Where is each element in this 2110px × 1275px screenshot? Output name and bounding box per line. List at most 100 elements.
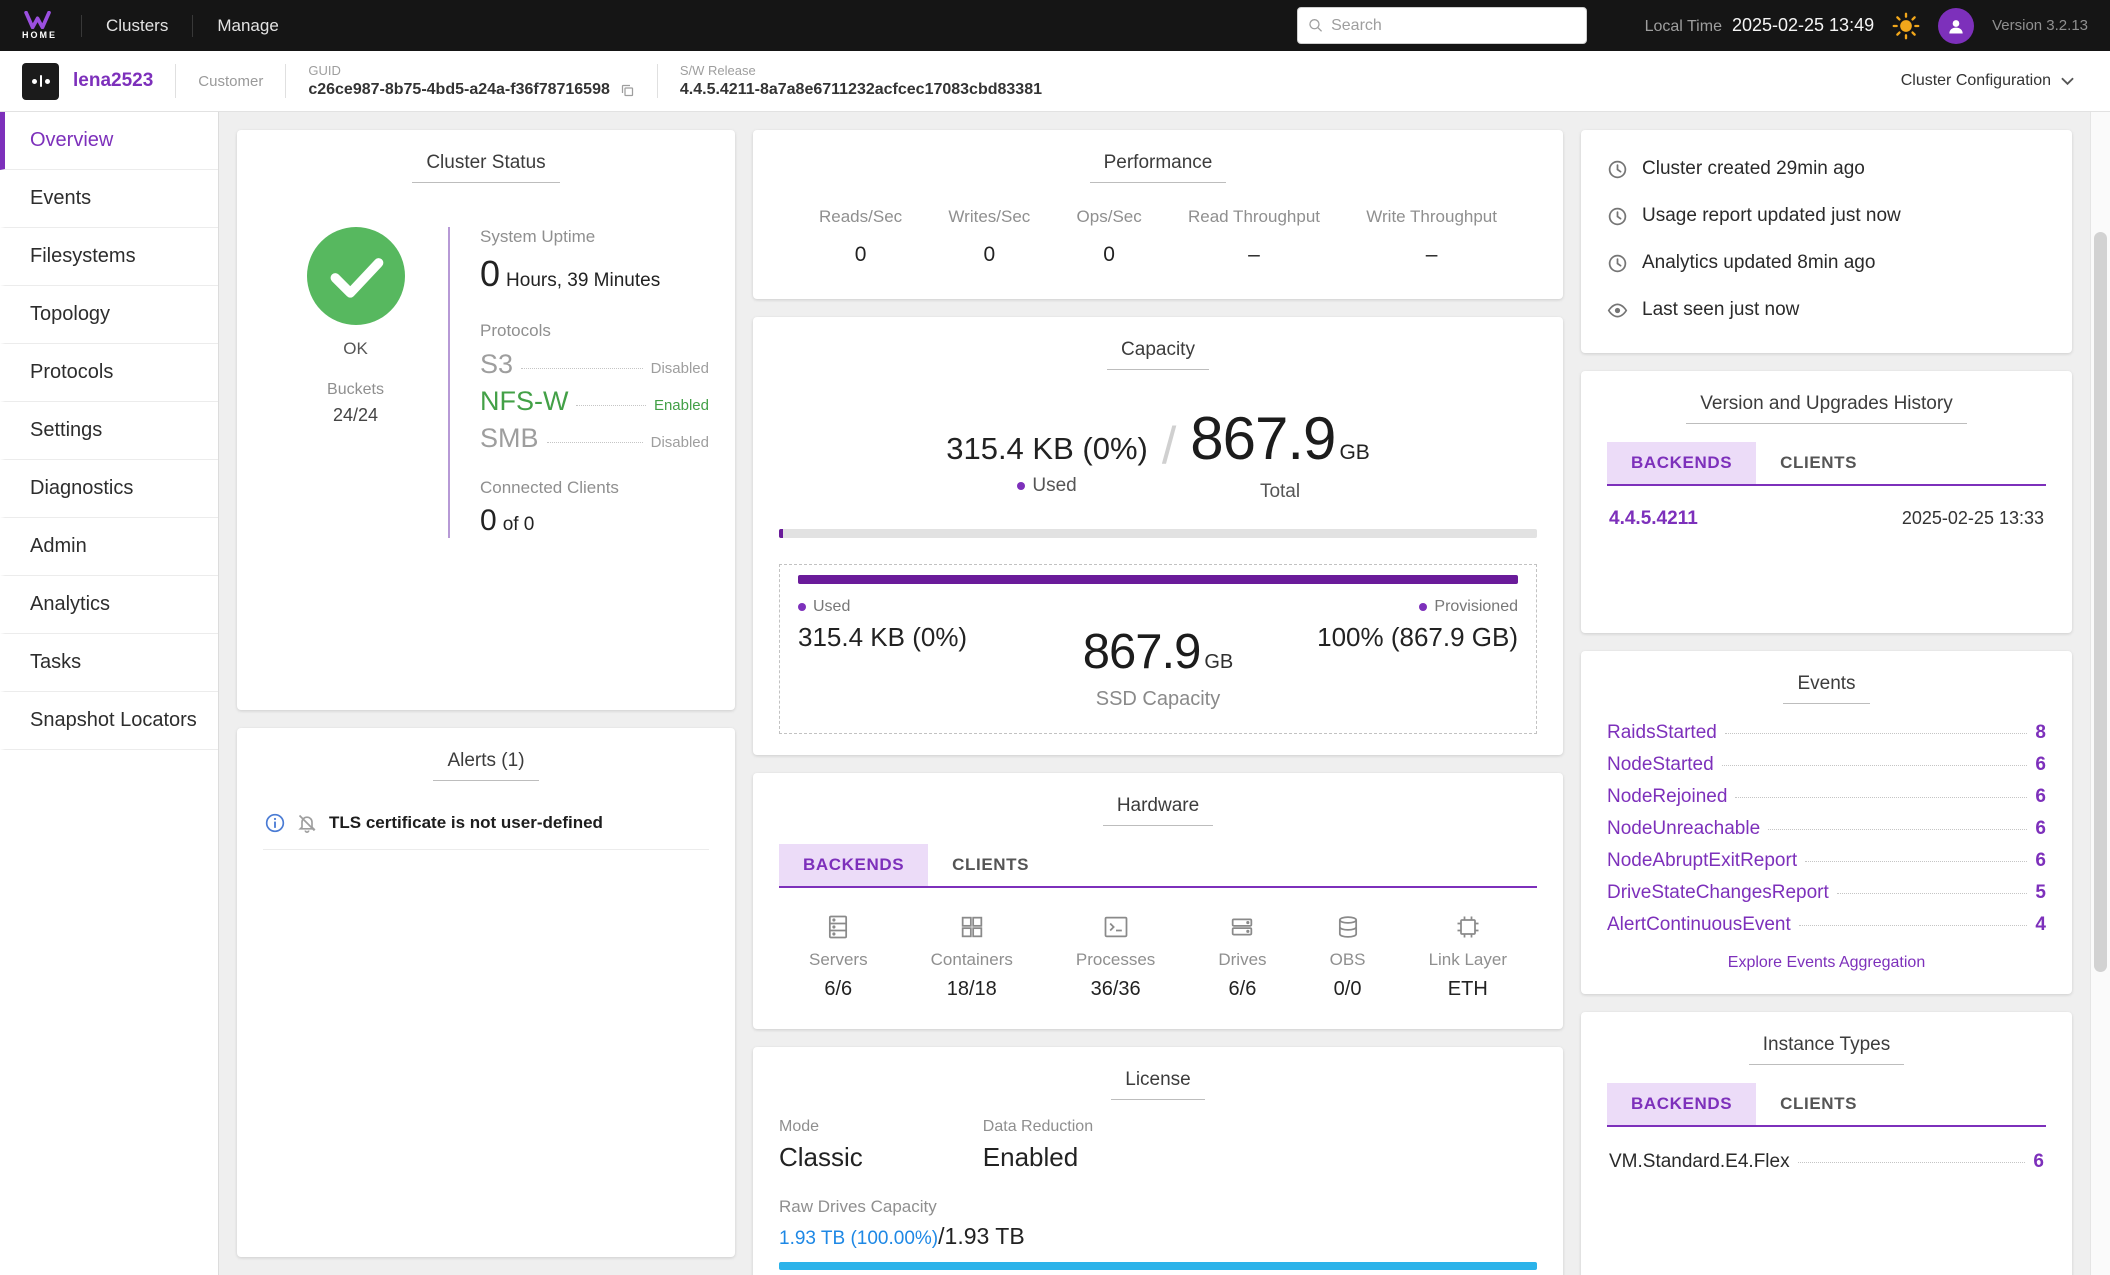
explore-events-aggregation-link[interactable]: Explore Events Aggregation xyxy=(1607,954,2046,972)
dotted-leader xyxy=(1805,861,2027,862)
events-card: Events RaidsStarted 8 NodeStarted 6 Node… xyxy=(1581,651,2072,994)
activity-row: Analytics updated 8min ago xyxy=(1607,252,2046,274)
cluster-configuration-label: Cluster Configuration xyxy=(1901,72,2051,90)
metric-value: – xyxy=(1188,243,1320,267)
metric-label: Ops/Sec xyxy=(1077,207,1142,227)
search-input[interactable] xyxy=(1331,17,1575,35)
sidebar-item-filesystems[interactable]: Filesystems xyxy=(0,228,218,286)
search-box[interactable] xyxy=(1297,7,1587,44)
protocol-row-nfs-w: NFS-W Enabled xyxy=(480,386,709,417)
used-dot xyxy=(1017,482,1025,490)
processes-icon xyxy=(1102,913,1130,941)
tab-clients[interactable]: CLIENTS xyxy=(1756,1083,1881,1125)
event-name-link[interactable]: NodeRejoined xyxy=(1607,786,1727,808)
hw-label: Containers xyxy=(931,950,1013,970)
tab-clients[interactable]: CLIENTS xyxy=(928,844,1053,886)
alerts-title: Alerts (1) xyxy=(433,750,538,781)
mute-icon[interactable] xyxy=(297,813,317,833)
nav-manage[interactable]: Manage xyxy=(211,16,284,36)
tab-backends[interactable]: BACKENDS xyxy=(779,844,928,886)
mode-label: Mode xyxy=(779,1118,863,1136)
uptime-value: 0 xyxy=(480,253,500,294)
event-name-link[interactable]: RaidsStarted xyxy=(1607,722,1717,744)
cluster-logo xyxy=(22,63,59,100)
sidebar: Overview Events Filesystems Topology Pro… xyxy=(0,112,219,1275)
event-row: AlertContinuousEvent 4 xyxy=(1607,914,2046,936)
sidebar-item-tasks[interactable]: Tasks xyxy=(0,634,218,692)
performance-card: Performance Reads/Sec 0 Writes/Sec 0 Ops… xyxy=(753,130,1563,299)
versions-card: Version and Upgrades History BACKENDS CL… xyxy=(1581,371,2072,633)
raw-capacity-label: Raw Drives Capacity xyxy=(779,1197,1537,1217)
customer-label: Customer xyxy=(198,73,263,90)
instance-type-row: VM.Standard.E4.Flex 6 xyxy=(1607,1127,2046,1173)
performance-title: Performance xyxy=(1090,152,1227,183)
event-count: 6 xyxy=(2035,754,2046,776)
sidebar-item-overview[interactable]: Overview xyxy=(0,112,218,170)
clock-icon xyxy=(1607,253,1628,274)
event-name-link[interactable]: NodeStarted xyxy=(1607,754,1714,776)
connected-clients-unit: of 0 xyxy=(503,514,535,535)
version-number-link[interactable]: 4.4.5.4211 xyxy=(1609,508,1698,530)
event-count: 8 xyxy=(2035,722,2046,744)
scrollbar[interactable] xyxy=(2090,112,2110,1275)
local-time-value: 2025-02-25 13:49 xyxy=(1732,15,1874,36)
sidebar-item-admin[interactable]: Admin xyxy=(0,518,218,576)
header-divider xyxy=(285,64,286,98)
metric-value: 0 xyxy=(819,243,902,267)
servers-icon xyxy=(824,913,852,941)
hardware-tabs: BACKENDS CLIENTS xyxy=(779,844,1537,888)
sidebar-item-snapshot-locators[interactable]: Snapshot Locators xyxy=(0,692,218,750)
right-column: Cluster created 29min ago Usage report u… xyxy=(1581,130,2072,1257)
event-row: NodeAbruptExitReport 6 xyxy=(1607,850,2046,872)
status-ok-label: OK xyxy=(343,339,368,359)
sidebar-item-settings[interactable]: Settings xyxy=(0,402,218,460)
tab-backends[interactable]: BACKENDS xyxy=(1607,442,1756,484)
events-title: Events xyxy=(1783,673,1869,704)
guid-label: GUID xyxy=(308,63,635,78)
clock-icon xyxy=(1607,159,1628,180)
hw-value: 6/6 xyxy=(809,978,868,1001)
instance-types-title: Instance Types xyxy=(1749,1034,1904,1065)
copy-guid-icon[interactable] xyxy=(620,83,635,98)
eye-icon xyxy=(1607,300,1628,321)
tab-clients[interactable]: CLIENTS xyxy=(1756,442,1881,484)
tab-backends[interactable]: BACKENDS xyxy=(1607,1083,1756,1125)
hw-label: Processes xyxy=(1076,950,1155,970)
raw-capacity-used-link[interactable]: 1.93 TB (100.00%) xyxy=(779,1228,938,1250)
license-card: License Mode Classic Data Reduction Enab… xyxy=(753,1047,1563,1275)
nav-clusters[interactable]: Clusters xyxy=(100,16,174,36)
cluster-name[interactable]: lena2523 xyxy=(73,70,153,92)
protocol-status: Disabled xyxy=(651,360,709,377)
dotted-leader xyxy=(1798,1162,2026,1163)
nav-divider xyxy=(192,15,193,37)
capacity-used-value: 315.4 KB (0%) xyxy=(946,431,1148,467)
protocol-row-smb: SMB Disabled xyxy=(480,423,709,454)
event-count: 6 xyxy=(2035,818,2046,840)
ssd-provisioned-value: 100% (867.9 GB) xyxy=(1298,622,1518,653)
hw-processes: Processes 36/36 xyxy=(1076,910,1155,1001)
alert-row[interactable]: TLS certificate is not user-defined xyxy=(263,799,709,850)
home-logo[interactable]: HOME xyxy=(22,11,57,40)
sidebar-item-diagnostics[interactable]: Diagnostics xyxy=(0,460,218,518)
theme-toggle-sun-icon[interactable] xyxy=(1892,12,1920,40)
user-avatar[interactable] xyxy=(1938,8,1974,44)
event-name-link[interactable]: NodeUnreachable xyxy=(1607,818,1760,840)
sidebar-item-analytics[interactable]: Analytics xyxy=(0,576,218,634)
event-name-link[interactable]: NodeAbruptExitReport xyxy=(1607,850,1797,872)
activity-row: Cluster created 29min ago xyxy=(1607,158,2046,180)
sidebar-item-protocols[interactable]: Protocols xyxy=(0,344,218,402)
protocol-name: SMB xyxy=(480,423,539,454)
sidebar-item-topology[interactable]: Topology xyxy=(0,286,218,344)
scrollbar-thumb[interactable] xyxy=(2094,232,2107,972)
event-name-link[interactable]: AlertContinuousEvent xyxy=(1607,914,1791,936)
sidebar-item-events[interactable]: Events xyxy=(0,170,218,228)
event-name-link[interactable]: DriveStateChangesReport xyxy=(1607,882,1829,904)
dotted-leader xyxy=(547,442,643,443)
raw-capacity-bar xyxy=(779,1262,1537,1270)
header-divider xyxy=(175,64,176,98)
activity-row: Last seen just now xyxy=(1607,299,2046,321)
capacity-title: Capacity xyxy=(1107,339,1209,370)
event-row: NodeUnreachable 6 xyxy=(1607,818,2046,840)
cluster-configuration-button[interactable]: Cluster Configuration xyxy=(1887,62,2088,100)
version-date: 2025-02-25 13:33 xyxy=(1902,508,2044,529)
